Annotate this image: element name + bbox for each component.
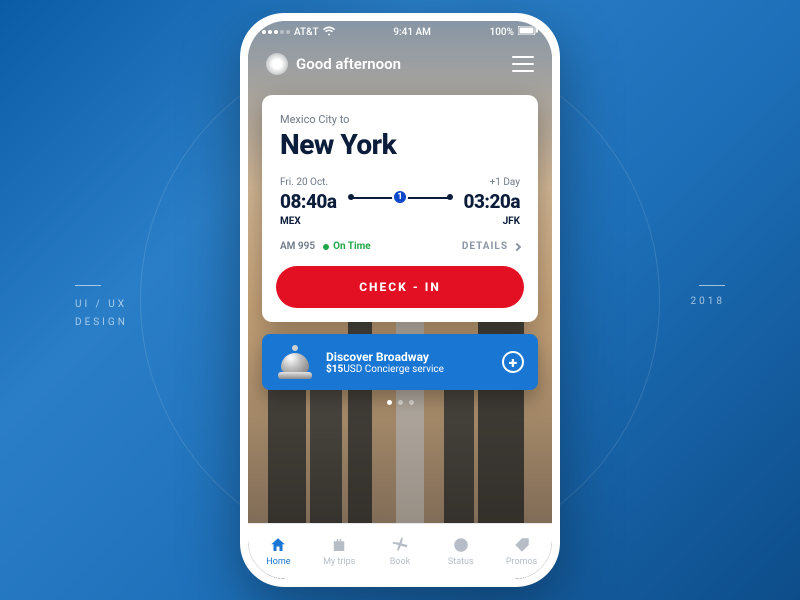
check-in-button[interactable]: CHECK - IN	[276, 266, 524, 308]
brand-logo-icon	[266, 53, 288, 75]
flight-status: On Time	[323, 241, 371, 252]
destination-label: New York	[280, 128, 520, 161]
plane-icon	[391, 536, 409, 554]
origin-label: Mexico City to	[280, 113, 520, 126]
flight-number: AM 995	[280, 241, 315, 252]
promo-text: Discover Broadway $15USD Concierge servi…	[326, 350, 444, 375]
tab-promos[interactable]: Promos	[491, 524, 552, 579]
flight-timeline: 1	[351, 180, 450, 214]
add-promo-button[interactable]: +	[502, 351, 524, 373]
battery-label: 100%	[490, 27, 514, 38]
home-icon	[269, 536, 287, 554]
promo-currency: USD	[343, 364, 362, 375]
tab-home[interactable]: Home	[248, 524, 309, 579]
trip-card: Mexico City to New York Fri. 20 Oct. 08:…	[262, 95, 538, 322]
departure-airport: MEX	[280, 216, 337, 227]
suitcase-icon	[330, 536, 348, 554]
greeting-label: Good afternoon	[296, 55, 401, 73]
signal-icon	[262, 30, 290, 34]
battery-icon	[518, 26, 538, 38]
arrival-airport: JFK	[464, 216, 521, 227]
status-bar: AT&T 9:41 AM 100%	[248, 21, 552, 43]
bell-icon	[276, 345, 314, 379]
tag-icon	[513, 536, 531, 554]
departure-date: Fri. 20 Oct.	[280, 177, 337, 188]
departure-block: Fri. 20 Oct. 08:40a MEX	[280, 177, 337, 227]
promo-title: Discover Broadway	[326, 350, 444, 364]
promo-card[interactable]: Discover Broadway $15USD Concierge servi…	[262, 334, 538, 390]
tab-bar: Home My trips Book Status Promos	[248, 523, 552, 579]
arrival-time: 03:20a	[464, 190, 521, 213]
decoration-left: UI / UX DESIGN	[75, 285, 128, 332]
details-button[interactable]: DETAILS	[462, 241, 520, 252]
menu-icon[interactable]	[512, 56, 534, 72]
promo-subtitle: Concierge service	[362, 364, 444, 375]
departure-time: 08:40a	[280, 190, 337, 213]
page-indicator	[262, 400, 538, 405]
app-header: Good afternoon	[248, 43, 552, 81]
promo-price: $15	[326, 364, 343, 375]
carrier-label: AT&T	[294, 27, 319, 38]
tab-book[interactable]: Book	[370, 524, 431, 579]
chevron-right-icon	[513, 242, 521, 250]
stops-badge: 1	[392, 189, 408, 205]
decoration-right: 2018	[691, 285, 725, 307]
arrival-block: +1 Day 03:20a JFK	[464, 177, 521, 227]
wifi-icon	[323, 26, 335, 39]
clock-icon	[452, 536, 470, 554]
clock: 9:41 AM	[393, 27, 431, 38]
tab-status[interactable]: Status	[430, 524, 491, 579]
screen: AT&T 9:41 AM 100% Good afternoon	[248, 21, 552, 579]
phone-frame: AT&T 9:41 AM 100% Good afternoon	[240, 13, 560, 587]
tab-my-trips[interactable]: My trips	[309, 524, 370, 579]
arrival-date: +1 Day	[464, 177, 521, 188]
